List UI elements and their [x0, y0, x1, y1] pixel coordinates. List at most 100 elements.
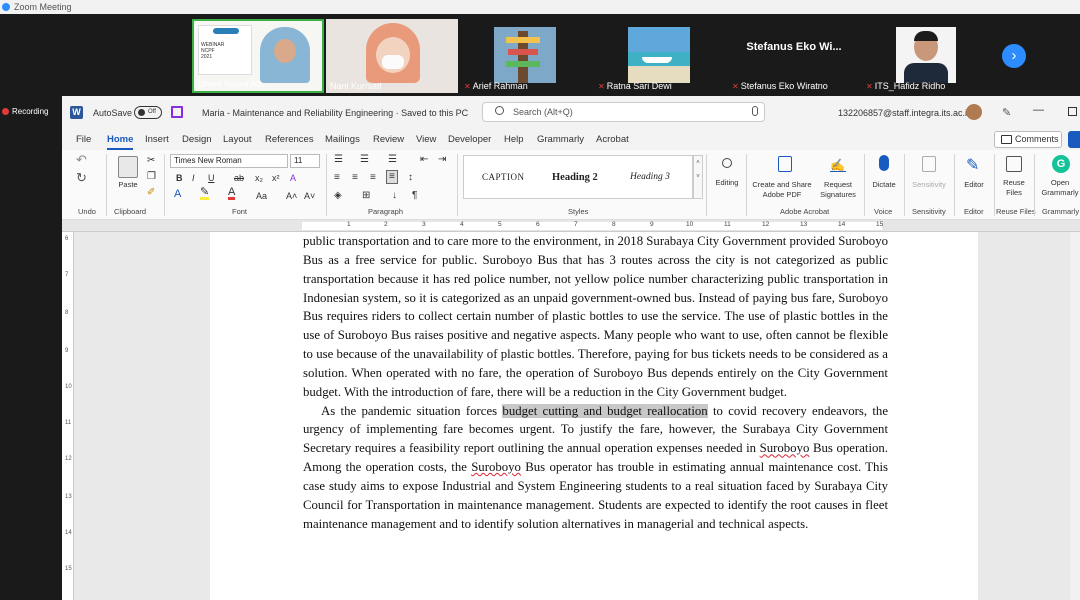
change-case-icon[interactable]: Aa — [256, 190, 267, 202]
vertical-ruler[interactable]: 6 7 8 9 10 11 12 13 14 15 — [62, 232, 74, 600]
search-input[interactable]: Search (Alt+Q) — [482, 102, 765, 122]
participant-tile-stefanus[interactable]: Stefanus Eko Wi... ✕ Stefanus Eko Wiratno — [728, 19, 860, 93]
style-heading-2[interactable]: Heading 2 — [552, 172, 598, 183]
tab-insert[interactable]: Insert — [145, 134, 169, 145]
paragraph-2[interactable]: As the pandemic situation forces budget … — [303, 402, 888, 534]
tab-layout[interactable]: Layout — [223, 134, 252, 145]
open-grammarly-label[interactable]: Open Grammarly — [1040, 178, 1080, 198]
italic-button[interactable]: I — [192, 172, 195, 184]
tab-acrobat[interactable]: Acrobat — [596, 134, 629, 145]
redo-icon[interactable]: ↻ — [76, 171, 87, 184]
horizontal-ruler[interactable]: 1 2 3 4 5 6 7 8 9 10 11 12 13 14 15 — [62, 220, 1080, 232]
sort-icon[interactable]: ↓ — [392, 190, 397, 202]
request-signatures-icon[interactable]: ✍ — [830, 156, 846, 172]
grow-font-icon[interactable]: A˄ — [286, 190, 297, 202]
comments-button[interactable]: Comments — [994, 131, 1062, 148]
spelling-error[interactable]: Suroboyo — [760, 441, 810, 455]
autosave-state: Off — [148, 109, 156, 115]
copy-icon[interactable]: ❐ — [147, 171, 156, 183]
decrease-indent-icon[interactable]: ⇤ — [420, 154, 428, 166]
microphone-icon[interactable] — [752, 106, 758, 116]
document-page[interactable]: public transportation and to care more t… — [210, 232, 978, 600]
vertical-scrollbar[interactable] — [1070, 232, 1080, 600]
maximize-button[interactable] — [1068, 107, 1077, 116]
create-pdf-icon[interactable] — [778, 156, 792, 172]
style-caption[interactable]: CAPTION — [482, 172, 525, 182]
clear-formatting-icon[interactable]: A — [290, 172, 296, 184]
participant-tile-ummi[interactable]: WEBINAR NCPF 2021 Ummi Salwa Ab... — [192, 19, 324, 93]
shading-icon[interactable]: ◈ — [334, 190, 342, 202]
muted-mic-icon: ✕ — [732, 82, 739, 91]
editor-icon[interactable]: ✎ — [966, 155, 979, 175]
paste-icon[interactable] — [118, 156, 138, 178]
borders-icon[interactable]: ⊞ — [362, 190, 370, 202]
autosave-toggle[interactable]: Off — [134, 106, 162, 119]
font-size-combo[interactable]: 11 — [290, 154, 320, 168]
spelling-error[interactable]: Suroboyo — [471, 460, 521, 474]
selected-text[interactable]: budget cutting and budget reallocation — [502, 403, 708, 418]
align-right-icon[interactable]: ≡ — [370, 172, 376, 184]
tab-mailings[interactable]: Mailings — [325, 134, 360, 145]
align-left-icon[interactable]: ≡ — [334, 172, 340, 184]
dictate-label[interactable]: Dictate — [868, 180, 900, 190]
dictate-microphone-icon[interactable] — [879, 155, 889, 171]
bullets-icon[interactable]: ☰ — [334, 154, 343, 166]
styles-scroll[interactable]: ˄ ˅ — [693, 155, 703, 199]
save-icon[interactable] — [171, 106, 183, 118]
editor-label[interactable]: Editor — [958, 180, 990, 190]
format-painter-icon[interactable]: ✐ — [147, 187, 155, 199]
recording-indicator[interactable]: Recording — [0, 96, 62, 128]
participant-tile-hafidz[interactable]: ✕ ITS_Hafidz Ridho — [862, 19, 994, 93]
strikethrough-button[interactable]: ab — [234, 172, 244, 184]
tab-view[interactable]: View — [416, 134, 436, 145]
tab-home[interactable]: Home — [107, 134, 134, 150]
next-participants-button[interactable]: › — [1002, 44, 1026, 68]
style-heading-3[interactable]: Heading 3 — [630, 172, 670, 182]
participant-name-text: Ratna Sari Dewi — [606, 81, 672, 91]
text-effects-icon[interactable]: A — [174, 188, 181, 200]
subscript-button[interactable]: x₂ — [255, 172, 263, 184]
reuse-files-label[interactable]: Reuse Files — [998, 178, 1030, 198]
create-share-pdf-label[interactable]: Create and Share Adobe PDF — [750, 180, 814, 200]
reuse-files-icon[interactable] — [1006, 156, 1022, 172]
tab-design[interactable]: Design — [182, 134, 212, 145]
tab-grammarly[interactable]: Grammarly — [537, 134, 584, 145]
paragraph-1[interactable]: public transportation and to care more t… — [303, 232, 888, 402]
account-avatar[interactable] — [966, 104, 982, 120]
account-name[interactable]: 132206857@staff.integra.its.ac.id — [838, 108, 972, 118]
bold-button[interactable]: B — [176, 172, 183, 184]
superscript-button[interactable]: x² — [272, 172, 280, 184]
highlight-color-icon[interactable]: ✎ — [200, 187, 210, 200]
tab-help[interactable]: Help — [504, 134, 524, 145]
justify-icon[interactable]: ≡ — [386, 170, 398, 184]
tab-developer[interactable]: Developer — [448, 134, 491, 145]
tab-references[interactable]: References — [265, 134, 314, 145]
grammarly-icon[interactable]: G — [1052, 155, 1070, 173]
font-color-icon[interactable]: A — [228, 187, 236, 200]
request-signatures-label[interactable]: Request Signatures — [816, 180, 860, 200]
align-center-icon[interactable]: ≡ — [352, 172, 358, 184]
font-name-combo[interactable]: Times New Roman — [170, 154, 288, 168]
pen-icon[interactable]: ✎ — [1002, 106, 1011, 119]
cut-icon[interactable]: ✂ — [147, 155, 155, 167]
increase-indent-icon[interactable]: ⇥ — [438, 154, 446, 166]
editing-label[interactable]: Editing — [710, 178, 744, 188]
numbering-icon[interactable]: ☰ — [360, 154, 369, 166]
participant-tile-ratna[interactable]: ✕ Ratna Sari Dewi — [594, 19, 726, 93]
tab-file[interactable]: File — [76, 134, 91, 145]
tab-review[interactable]: Review — [373, 134, 404, 145]
chevron-right-icon: › — [1011, 47, 1017, 64]
editing-search-icon[interactable] — [722, 158, 732, 168]
document-body[interactable]: public transportation and to care more t… — [303, 232, 888, 534]
show-formatting-icon[interactable]: ¶ — [412, 190, 417, 202]
underline-button[interactable]: U — [208, 172, 215, 184]
minimize-button[interactable]: — — [1033, 104, 1044, 116]
divider — [746, 154, 747, 216]
share-button[interactable] — [1068, 131, 1080, 148]
participant-tile-arief[interactable]: ✕ Arief Rahman — [460, 19, 592, 93]
shrink-font-icon[interactable]: A˅ — [304, 190, 315, 202]
line-spacing-icon[interactable]: ↕ — [408, 172, 413, 184]
multilevel-list-icon[interactable]: ☰ — [388, 154, 397, 166]
undo-icon[interactable]: ↶ — [76, 153, 87, 166]
participant-tile-nani[interactable]: Nani Kurniati — [326, 19, 458, 93]
